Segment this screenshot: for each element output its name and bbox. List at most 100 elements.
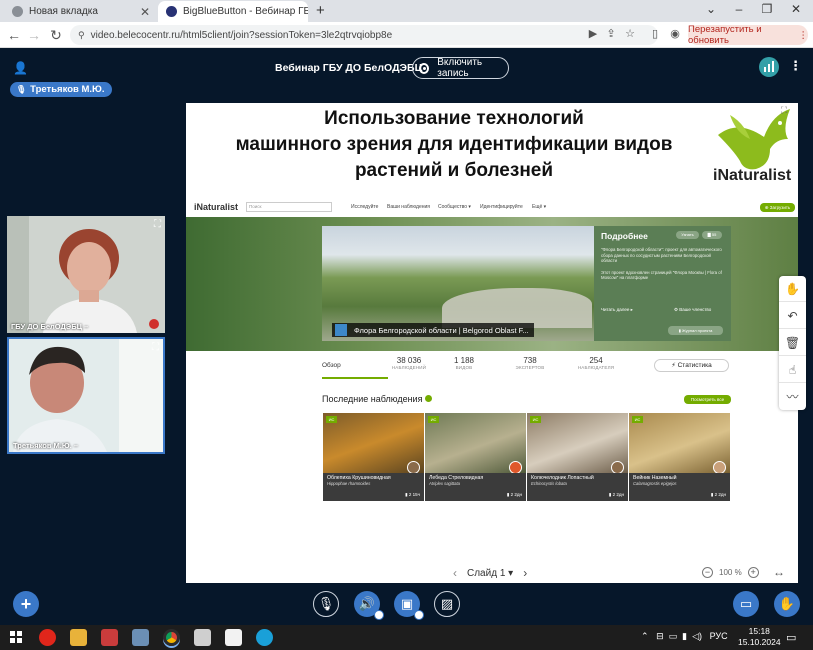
read-more-link: Читать далее ▸ [601,307,633,312]
inat-project-banner: Флора Белгородской области | Belgorod Ob… [186,217,798,351]
multi-user-whiteboard-icon[interactable]: ☝ [779,357,806,383]
profile-avatar-icon[interactable]: ◉ [667,27,683,40]
observation-age: ▮ 2 2дн [608,492,624,497]
input-language[interactable]: РУС [710,631,728,641]
fullscreen-icon[interactable]: ⛶ [154,219,161,230]
inat-logo: iNaturalist [194,202,239,212]
relaunch-update-button[interactable]: Перезапустить и обновить ⋮ [688,24,808,46]
observation-card: ИС Вейник Наземный Calamagrostis epigejo… [629,413,730,501]
windows-start-icon[interactable] [10,631,22,643]
unmute-microphone-button[interactable]: 🎙 [313,591,339,617]
connection-status-icon[interactable] [759,57,779,77]
previous-slide-icon[interactable]: ‹ [443,566,467,580]
fullscreen-icon[interactable]: ⛶ [152,342,159,353]
file-explorer-icon[interactable] [70,629,87,646]
project-title: Флора Белгородской области | Belgorod Ob… [354,325,529,335]
network-icon[interactable]: ▭ [669,631,678,641]
recent-observations-heading: Последние наблюдения [322,394,433,404]
clock[interactable]: 15:18 15.10.2024 [738,626,781,648]
address-bar[interactable]: ⚲ video.belecocentr.ru/html5client/join?… [70,25,658,45]
camera-in-use-icon[interactable]: ▶ [585,27,601,40]
slide-logo-text: iNaturalist [713,167,792,184]
landscape-hill [442,288,592,328]
inaturalist-screenshot: iNaturalist Поиск Исследуйте Ваши наблюд… [186,197,798,511]
info-text: Этот проект вдохновлен страницей "Флора … [601,269,722,281]
restore-icon[interactable]: ❐ [756,2,778,16]
document-icon[interactable] [225,629,242,646]
stat-value: 38 036 [396,356,422,365]
stat-label: НАБЛЮДАТЕЛЯ [577,365,615,370]
muted-mic-icon [149,319,159,329]
webcam-user-label: Третьяков М.Ю. – [13,441,78,450]
slide-selector[interactable]: Слайд 1 ▾ [467,568,513,579]
stat-experts: 738 ЭКСПЕРТОВ [508,356,552,370]
pan-hand-icon[interactable]: ✋ [779,276,806,302]
webcam-tray-icon[interactable]: ⊟ [656,631,664,641]
talking-indicator[interactable]: 🎙 Третьяков М.Ю. [10,82,112,97]
webcam-tile[interactable]: ⛶ Третьяков М.Ю. – [7,337,165,454]
tab-bigbluebutton[interactable]: BigBlueButton - Вебинар ГБ ✕ [158,1,308,22]
presentation-area[interactable]: Использование технологий машинного зрени… [186,103,798,583]
observation-card: ИС Облепиха Крушиновидная Hippophae rham… [323,413,424,501]
site-info-icon[interactable]: ⚲ [78,30,85,41]
reload-icon[interactable]: ↻ [47,26,65,44]
clock-date: 15.10.2024 [738,637,781,647]
undo-icon[interactable]: ↶ [779,303,806,329]
video-camera-icon: ▣ [400,596,414,611]
yandex-browser-icon[interactable] [39,629,56,646]
options-menu-icon[interactable]: ⋮ [789,58,802,74]
paint-app-icon[interactable] [101,629,118,646]
raise-hand-button[interactable]: ✋ [774,591,800,617]
close-tab-icon[interactable]: ✕ [134,5,156,19]
fit-to-width-icon[interactable]: ↔ [773,565,785,579]
url-text: video.belecocentr.ru/html5client/join?se… [90,29,393,41]
audio-settings-icon[interactable] [374,610,384,620]
close-window-icon[interactable]: ✕ [785,2,807,16]
slide-title-line: машинного зрения для идентификации видов [235,134,673,155]
inat-menu-item: Исследуйте [351,204,379,210]
bookmark-star-icon[interactable]: ☆ [622,27,638,40]
zoom-in-icon[interactable]: + [747,567,759,578]
project-cover-photo: Флора Белгородской области | Belgorod Ob… [322,226,594,341]
tab-new-tab[interactable]: Новая вкладка ✕ [6,1,156,22]
user-list-toggle-icon[interactable]: 👤 [13,61,28,75]
stat-value: 1 188 [453,356,475,365]
presentation-toggle-button[interactable]: ▭ [733,591,759,617]
chrome-taskbar-icon[interactable] [163,629,180,646]
observation-card: ИС Лебеда Стреловидная Atriplex sagittat… [425,413,526,501]
snipping-tool-icon[interactable] [132,629,149,646]
volume-icon[interactable]: ◁) [692,631,702,641]
webcam-tile[interactable]: ⛶ ГБУ ДО БелОДЭБЦ – [7,216,165,333]
stat-label: ЭКСПЕРТОВ [515,365,545,370]
webcam-button[interactable]: ▣ [394,591,424,620]
share-icon[interactable]: ⇪ [603,27,619,40]
zoom-out-icon[interactable]: − [702,567,713,578]
new-tab-button[interactable]: + [316,2,325,19]
back-icon[interactable]: ← [5,26,23,44]
mic-tray-icon[interactable]: ▮ [682,631,687,641]
observation-card: ИС Колючелодник Лопастный Echinocystis l… [527,413,628,501]
slide-title: Использование технологий машинного зрени… [186,106,722,184]
side-panel-icon[interactable]: ▯ [647,27,663,40]
notifications-icon[interactable]: ▭ [786,631,796,644]
whiteboard-toolbar: ✋ ↶ 🗑 ☝ 〰 [779,276,806,410]
stat-label: НАБЛЮДЕНИЙ [391,365,427,370]
next-slide-icon[interactable]: › [513,566,537,580]
tab-list-chevron-icon[interactable]: ⌄ [700,2,722,16]
actions-plus-button[interactable]: + [13,591,39,617]
arrow-right-icon [425,395,433,402]
edge-browser-icon[interactable] [256,629,273,646]
start-recording-button[interactable]: Включить запись [412,57,509,79]
show-hidden-icons-icon[interactable]: ⌃ [641,631,649,641]
audio-button[interactable]: 🔊 [354,591,384,620]
screen-share-button[interactable]: ▨ [434,591,460,617]
whiteboard-toggle-icon[interactable]: 〰 [779,384,806,410]
forward-icon[interactable]: → [25,26,43,44]
minimize-icon[interactable]: – [728,2,750,16]
chrome-icon [12,6,23,17]
webcam-settings-icon[interactable] [414,610,424,620]
presentation-fullscreen-icon[interactable]: ⛶ [781,105,787,116]
project-title-badge: Флора Белгородской области | Belgorod Ob… [332,323,534,337]
clear-annotations-icon[interactable]: 🗑 [779,330,806,356]
app-icon[interactable] [194,629,211,646]
